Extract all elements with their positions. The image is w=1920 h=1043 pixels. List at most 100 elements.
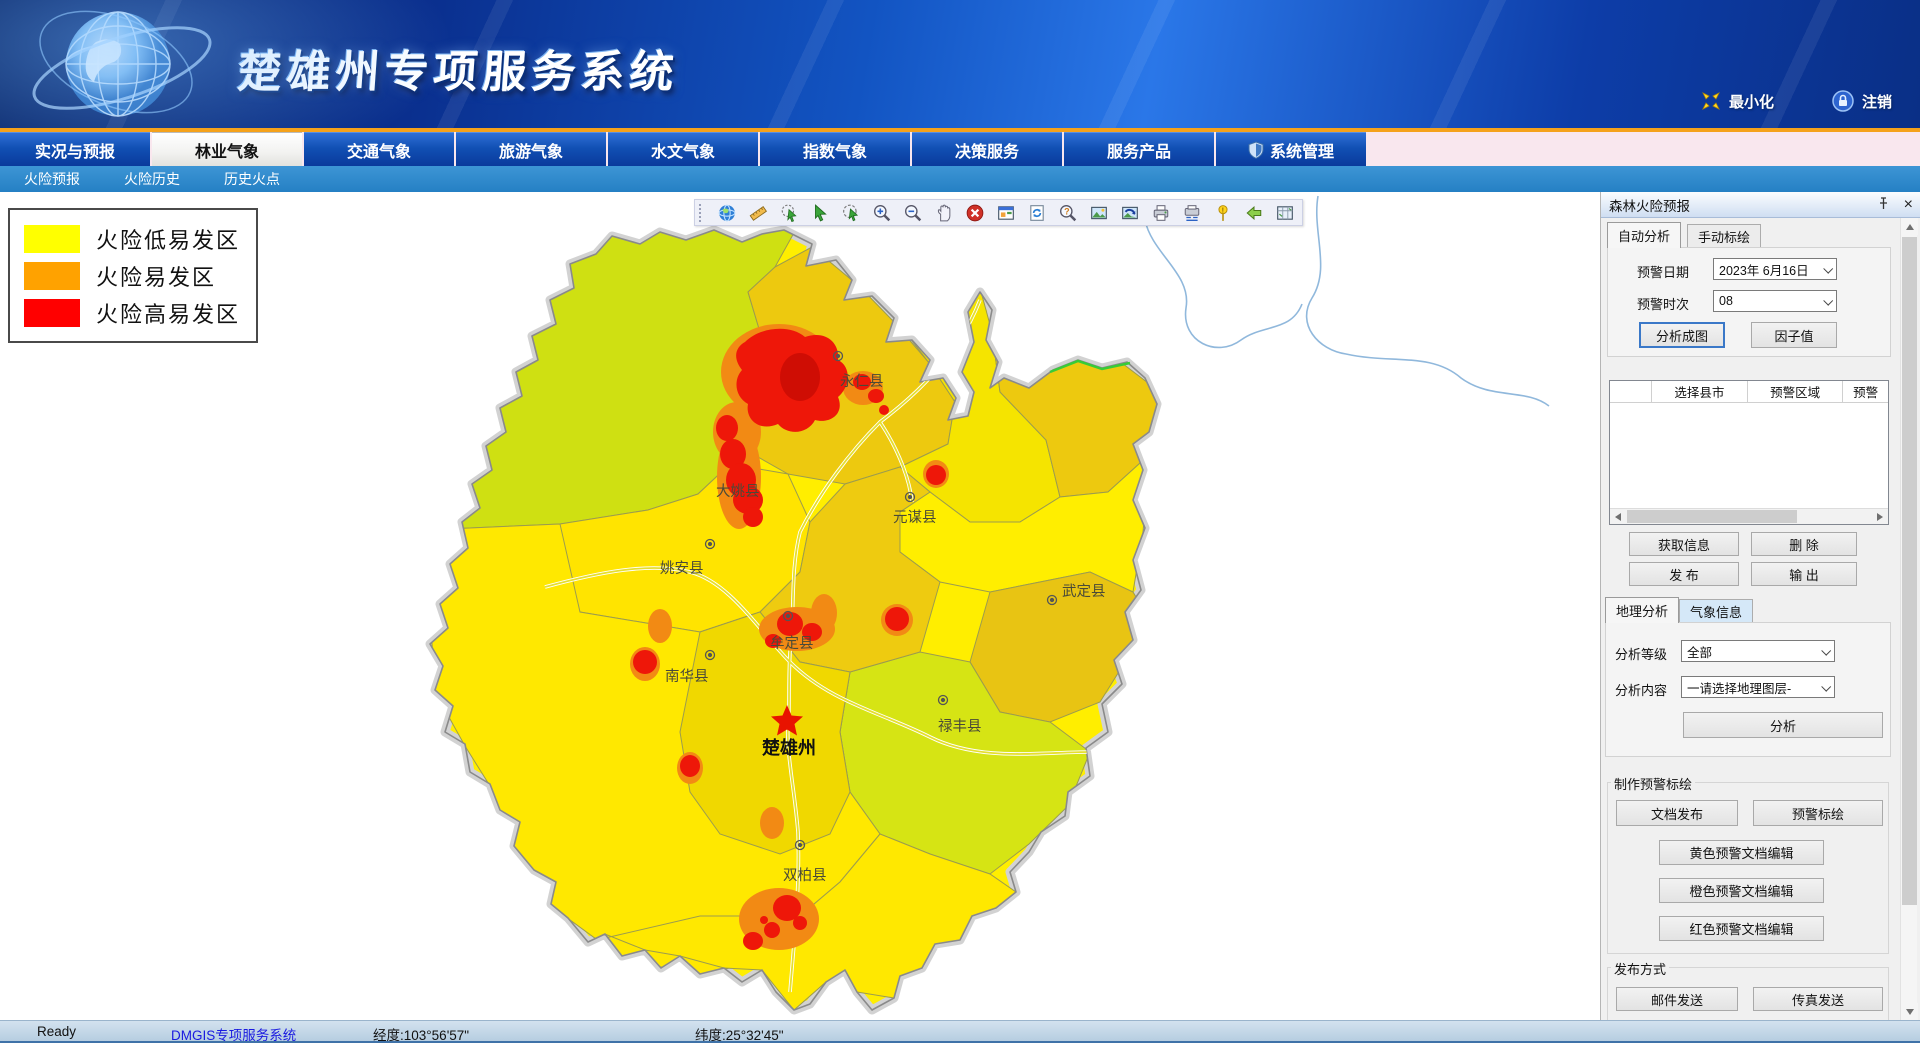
analysis-level-label: 分析等级 bbox=[1615, 644, 1667, 663]
warning-time-combo[interactable]: 08 bbox=[1713, 290, 1837, 312]
page-title: 楚雄州专项服务系统 bbox=[236, 36, 681, 100]
red-doc-button[interactable]: 红色预警文档编辑 bbox=[1659, 916, 1824, 941]
overview-window-icon[interactable] bbox=[996, 203, 1015, 222]
image-export-icon[interactable] bbox=[1089, 203, 1108, 222]
yellow-doc-button[interactable]: 黄色预警文档编辑 bbox=[1659, 840, 1824, 865]
scroll-thumb[interactable] bbox=[1902, 237, 1917, 905]
table-header-blank bbox=[1610, 381, 1652, 402]
warning-table[interactable]: 选择县市 预警区域 预警 bbox=[1609, 380, 1889, 525]
analysis-content-label: 分析内容 bbox=[1615, 680, 1667, 699]
subnav-fire-forecast[interactable]: 火险预报 bbox=[18, 169, 86, 189]
svg-text:永仁县: 永仁县 bbox=[840, 373, 884, 390]
minimize-icon bbox=[1701, 91, 1721, 111]
tab-forestry-weather[interactable]: 林业气象 bbox=[152, 132, 302, 166]
select-arrow-icon[interactable] bbox=[810, 203, 829, 222]
map-toolbar: ? ! bbox=[694, 199, 1303, 226]
select-circle-icon[interactable] bbox=[779, 203, 798, 222]
redraw-icon[interactable] bbox=[1120, 203, 1139, 222]
hscroll-thumb[interactable] bbox=[1627, 510, 1797, 523]
analysis-content-combo[interactable]: 一请选择地理图层- bbox=[1681, 676, 1835, 698]
tab-manual-plot[interactable]: 手动标绘 bbox=[1687, 224, 1761, 248]
publish-method-label: 发布方式 bbox=[1611, 959, 1669, 978]
zoom-out-icon[interactable] bbox=[903, 203, 922, 222]
shield-icon bbox=[1248, 141, 1264, 159]
hscroll-left-icon[interactable] bbox=[1610, 509, 1626, 524]
header: 楚雄州专项服务系统 最小化 注销 bbox=[0, 0, 1920, 128]
tab-system-admin[interactable]: 系统管理 bbox=[1216, 132, 1366, 166]
fax-send-button[interactable]: 传真发送 bbox=[1753, 987, 1883, 1011]
tab-auto-analysis[interactable]: 自动分析 bbox=[1607, 222, 1681, 248]
tab-index-weather[interactable]: 指数气象 bbox=[760, 132, 910, 166]
select-polygon-icon[interactable] bbox=[841, 203, 860, 222]
tab-realtime-forecast[interactable]: 实况与预报 bbox=[0, 132, 150, 166]
print-setup-icon[interactable] bbox=[1182, 203, 1201, 222]
svg-text:姚安县: 姚安县 bbox=[660, 560, 704, 577]
clear-stop-icon[interactable] bbox=[965, 203, 984, 222]
email-send-button[interactable]: 邮件发送 bbox=[1616, 987, 1738, 1011]
tab-geo-analysis[interactable]: 地理分析 bbox=[1605, 597, 1679, 623]
zoom-in-icon[interactable] bbox=[872, 203, 891, 222]
panel-title-bar: 森林火险预报 × bbox=[1601, 192, 1920, 218]
delete-button[interactable]: 删 除 bbox=[1751, 532, 1857, 556]
doc-publish-button[interactable]: 文档发布 bbox=[1616, 800, 1738, 826]
back-arrow-icon[interactable] bbox=[1244, 203, 1263, 222]
app-window: 楚雄州专项服务系统 最小化 注销 bbox=[0, 0, 1920, 1043]
analyze-map-button[interactable]: 分析成图 bbox=[1639, 322, 1725, 348]
status-latitude: 纬度:25°32'45" bbox=[695, 1024, 784, 1043]
map-layout-icon[interactable] bbox=[1275, 203, 1294, 222]
hscroll-right-icon[interactable] bbox=[1872, 509, 1888, 524]
subnav-fire-history[interactable]: 火险历史 bbox=[118, 169, 186, 189]
plot-group-label: 制作预警标绘 bbox=[1611, 774, 1695, 793]
panel-title: 森林火险预报 bbox=[1609, 195, 1690, 215]
status-system-link[interactable]: DMGIS专项服务系统 bbox=[171, 1024, 296, 1043]
minimize-button[interactable]: 最小化 bbox=[1701, 91, 1774, 112]
legend-item-low: 火险低易发区 bbox=[24, 220, 244, 257]
svg-text:武定县: 武定县 bbox=[1062, 583, 1106, 600]
status-longitude: 经度:103°56'57" bbox=[373, 1024, 469, 1043]
tab-tourism-weather[interactable]: 旅游气象 bbox=[456, 132, 606, 166]
table-hscrollbar[interactable] bbox=[1610, 508, 1888, 524]
toolbar-grip[interactable] bbox=[699, 204, 703, 222]
logout-button[interactable]: 注销 bbox=[1832, 90, 1892, 112]
river-lines bbox=[1145, 196, 1549, 406]
status-bar: Ready DMGIS专项服务系统 经度:103°56'57" 纬度:25°32… bbox=[0, 1020, 1920, 1043]
chevron-down-icon bbox=[1821, 682, 1831, 692]
tab-hydrology-weather[interactable]: 水文气象 bbox=[608, 132, 758, 166]
orange-doc-button[interactable]: 橙色预警文档编辑 bbox=[1659, 878, 1824, 903]
main-nav: 实况与预报 林业气象 交通气象 旅游气象 水文气象 指数气象 决策服务 服务产品… bbox=[0, 132, 1920, 166]
chevron-down-icon bbox=[1821, 646, 1831, 656]
warning-plot-button[interactable]: 预警标绘 bbox=[1753, 800, 1883, 826]
factor-value-button[interactable]: 因子值 bbox=[1751, 322, 1837, 348]
export-button[interactable]: 输 出 bbox=[1751, 562, 1857, 586]
print-icon[interactable] bbox=[1151, 203, 1170, 222]
lock-icon bbox=[1832, 90, 1854, 112]
table-header-row: 选择县市 预警区域 预警 bbox=[1610, 381, 1888, 403]
tab-weather-info[interactable]: 气象信息 bbox=[1679, 599, 1753, 623]
legend-item-high: 火险高易发区 bbox=[24, 294, 244, 331]
scroll-down-icon[interactable] bbox=[1901, 1003, 1918, 1020]
identify-icon[interactable]: ? bbox=[1058, 203, 1077, 222]
tab-decision-service[interactable]: 决策服务 bbox=[912, 132, 1062, 166]
pin-icon[interactable] bbox=[1877, 197, 1890, 212]
warning-date-combo[interactable]: 2023年 6月16日 bbox=[1713, 258, 1837, 280]
analyze-button[interactable]: 分析 bbox=[1683, 712, 1883, 738]
tab-service-product[interactable]: 服务产品 bbox=[1064, 132, 1214, 166]
map-area: 永仁县 元谋县 大姚县 姚安县 武定县 南华县 牟定县 禄丰县 双柏县 楚雄州 … bbox=[0, 192, 1600, 1020]
legend-swatch-red bbox=[24, 299, 80, 327]
warning-time-label: 预警时次 bbox=[1637, 294, 1689, 313]
globe-icon[interactable] bbox=[717, 203, 736, 222]
measure-icon[interactable] bbox=[748, 203, 767, 222]
subnav-history-firepoints[interactable]: 历史火点 bbox=[218, 169, 286, 189]
refresh-map-icon[interactable] bbox=[1027, 203, 1046, 222]
pan-hand-icon[interactable] bbox=[934, 203, 953, 222]
tab-traffic-weather[interactable]: 交通气象 bbox=[304, 132, 454, 166]
get-info-button[interactable]: 获取信息 bbox=[1629, 532, 1739, 556]
analysis-level-combo[interactable]: 全部 bbox=[1681, 640, 1835, 662]
flag-pin-icon[interactable]: ! bbox=[1213, 203, 1232, 222]
publish-button[interactable]: 发 布 bbox=[1629, 562, 1739, 586]
scroll-up-icon[interactable] bbox=[1901, 218, 1918, 235]
table-header-warning: 预警 bbox=[1843, 381, 1888, 402]
panel-scrollbar[interactable] bbox=[1900, 218, 1917, 1020]
panel-close-icon[interactable]: × bbox=[1904, 197, 1913, 213]
status-ready: Ready bbox=[37, 1024, 76, 1039]
